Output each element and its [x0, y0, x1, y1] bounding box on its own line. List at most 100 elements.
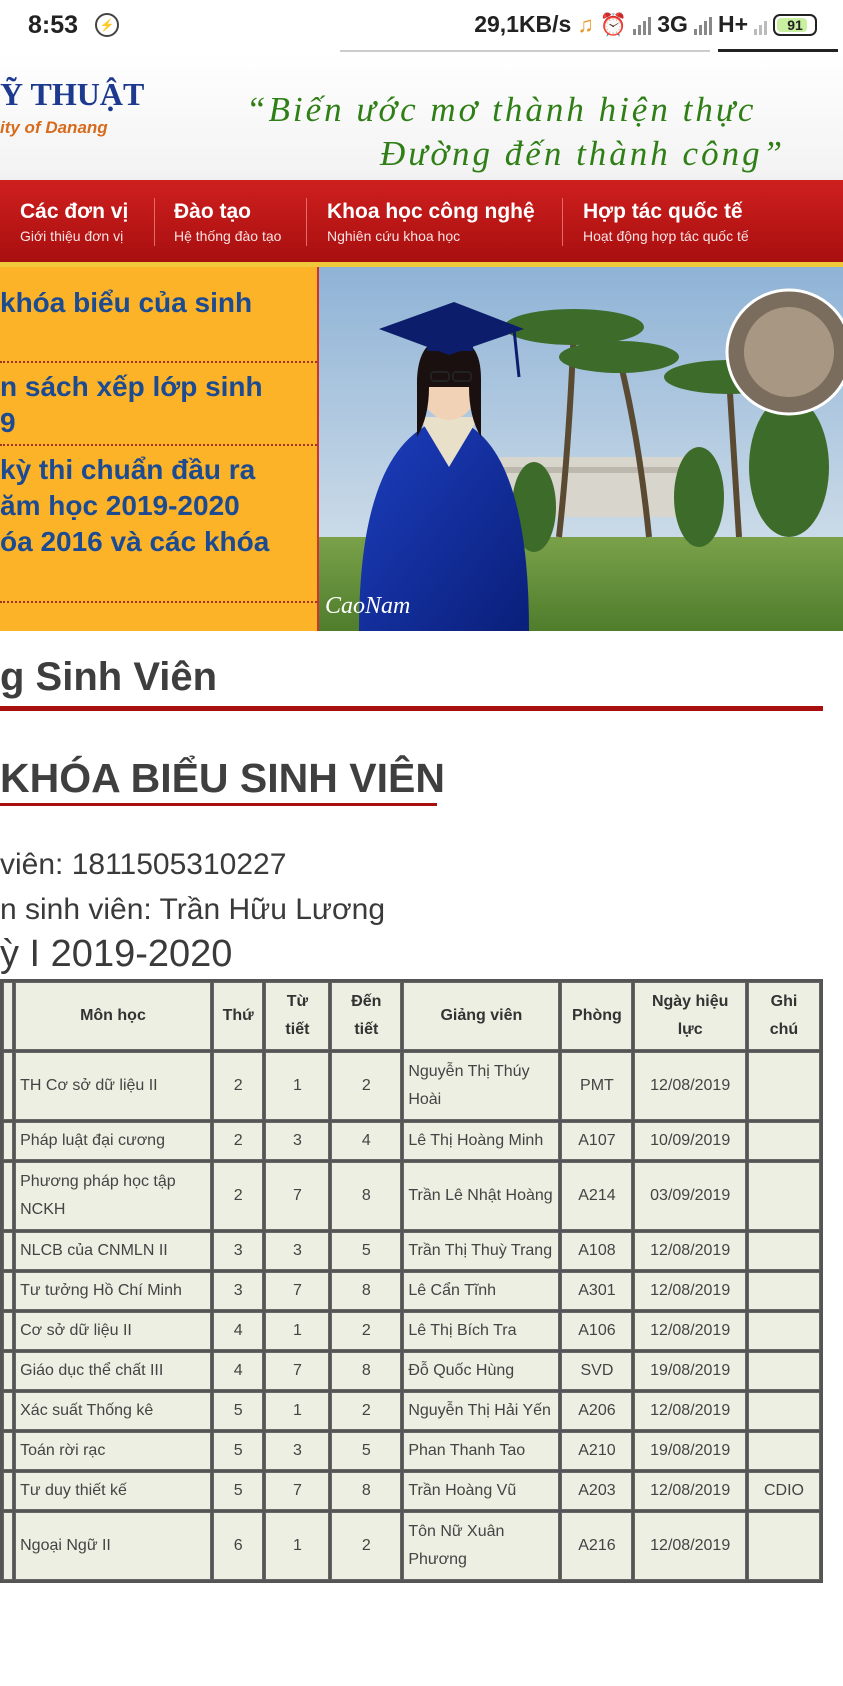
cell-room: A301	[561, 1272, 633, 1310]
cell-note	[747, 1432, 820, 1470]
table-row: Ngoại Ngữ II 6 1 2 Tôn Nữ Xuân Phương A216 12/…	[3, 1512, 820, 1580]
cell-note: CDIO	[747, 1472, 820, 1510]
cell-day: 2	[212, 1162, 264, 1230]
cell-to: 2	[331, 1392, 402, 1430]
nav-separator	[562, 198, 563, 246]
news-divider	[0, 361, 317, 363]
cell-from: 7	[265, 1272, 330, 1310]
cell-lecturer: Lê Thị Hoàng Minh	[403, 1122, 560, 1160]
cell-from: 1	[265, 1312, 330, 1350]
network-type-3g: 3G	[657, 11, 688, 37]
cell-room: A203	[561, 1472, 633, 1510]
cell-index	[3, 1352, 14, 1390]
cell-date: 12/08/2019	[634, 1312, 746, 1350]
cell-room: PMT	[561, 1052, 633, 1120]
cell-lecturer: Nguyễn Thị Hải Yến	[403, 1392, 560, 1430]
col-lecturer-header: Giảng viên	[403, 982, 560, 1050]
schedule-title: KHÓA BIỂU SINH VIÊN	[0, 755, 445, 801]
slogan-line-1: “Biến ước mơ thành hiện thực	[246, 90, 757, 129]
semester: ỳ I 2019-2020	[0, 933, 233, 975]
section-divider	[0, 706, 823, 711]
cell-room: A214	[561, 1162, 633, 1230]
cell-from: 7	[265, 1472, 330, 1510]
col-date-header: Ngày hiệu lực	[634, 982, 746, 1050]
cell-date: 19/08/2019	[634, 1432, 746, 1470]
cell-lecturer: Phan Thanh Tao	[403, 1432, 560, 1470]
network-type-hplus: H+	[717, 11, 748, 37]
cell-to: 8	[331, 1162, 402, 1230]
cell-to: 2	[331, 1512, 402, 1580]
nav-item-subtitle: Giới thiệu đơn vị	[20, 228, 124, 244]
cell-subject: Cơ sở dữ liệu II	[15, 1312, 211, 1350]
cell-to: 5	[331, 1232, 402, 1270]
cell-index	[3, 1392, 14, 1430]
cell-room: A206	[561, 1392, 633, 1430]
cell-index	[3, 1162, 14, 1230]
cell-from: 7	[265, 1352, 330, 1390]
cell-day: 4	[212, 1312, 264, 1350]
cell-lecturer: Trần Hoàng Vũ	[403, 1472, 560, 1510]
col-room-header: Phòng	[561, 982, 633, 1050]
cell-subject: NLCB của CNMLN II	[15, 1232, 211, 1270]
news-line: óa 2016 và các khóa	[0, 526, 270, 557]
cell-note	[747, 1392, 820, 1430]
col-day-header: Thứ	[212, 982, 264, 1050]
cell-room: A108	[561, 1232, 633, 1270]
battery-level: 91	[787, 16, 803, 33]
cell-from: 3	[265, 1432, 330, 1470]
news-divider	[0, 444, 317, 446]
cell-day: 6	[212, 1512, 264, 1580]
cell-lecturer: Lê Thị Bích Tra	[403, 1312, 560, 1350]
col-from-header: Từ tiết	[265, 982, 330, 1050]
photo-watermark: CaoNam	[325, 593, 410, 619]
cell-room: SVD	[561, 1352, 633, 1390]
table-row: Toán rời rạc 5 3 5 Phan Thanh Tao A210 19/08/2…	[3, 1432, 820, 1470]
schedule-title-underline	[0, 803, 437, 806]
cell-note	[747, 1122, 820, 1160]
logo-title[interactable]: Ỹ THUẬT	[0, 76, 144, 113]
cell-room: A216	[561, 1512, 633, 1580]
status-bar: 8:53 ⚡ 29,1KB/s ♫ ⏰ 3G H+ 91	[0, 0, 843, 52]
nav-item-units[interactable]: Các đơn vị Giới thiệu đơn vị	[20, 200, 128, 244]
photo-illustration: CaoNam	[319, 267, 843, 631]
battery-icon: 91	[773, 13, 817, 36]
nav-item-international[interactable]: Hợp tác quốc tế Hoạt động hợp tác quốc t…	[583, 200, 749, 244]
cell-to: 2	[331, 1312, 402, 1350]
nav-separator	[154, 198, 155, 246]
header-line: Từ	[286, 993, 309, 1010]
news-item[interactable]: khóa biểu của sinh	[0, 285, 317, 321]
cell-subject: Xác suất Thống kê	[15, 1392, 211, 1430]
cell-day: 4	[212, 1352, 264, 1390]
cell-date: 19/08/2019	[634, 1352, 746, 1390]
cell-lecturer: Trần Thị Thuỳ Trang	[403, 1232, 560, 1270]
cell-day: 5	[212, 1472, 264, 1510]
cell-to: 8	[331, 1272, 402, 1310]
cell-subject: Giáo dục thể chất III	[15, 1352, 211, 1390]
nav-item-subtitle: Hoạt động hợp tác quốc tế	[583, 228, 749, 244]
cell-index	[3, 1052, 14, 1120]
main-nav: Các đơn vị Giới thiệu đơn vị Đào tạo Hệ …	[0, 180, 843, 262]
cell-subject: Pháp luật đại cương	[15, 1122, 211, 1160]
table-row: TH Cơ sở dữ liệu II 2 1 2 Nguyễn Thị Thúy Ho…	[3, 1052, 820, 1120]
nav-item-science[interactable]: Khoa học công nghệ Nghiên cứu khoa học	[327, 200, 535, 244]
student-id: viên: 1811505310227	[0, 848, 287, 881]
nav-item-title: Hợp tác quốc tế	[583, 200, 743, 223]
col-to-header: Đến tiết	[331, 982, 402, 1050]
cell-note	[747, 1272, 820, 1310]
cell-day: 5	[212, 1392, 264, 1430]
cell-date: 12/08/2019	[634, 1472, 746, 1510]
table-row: Phương pháp học tập NCKH 2 7 8 Trần Lê Nhật …	[3, 1162, 820, 1230]
cell-lecturer: Đỗ Quốc Hùng	[403, 1352, 560, 1390]
news-item[interactable]: kỳ thi chuẩn đầu ra ăm học 2019-2020 óa …	[0, 452, 317, 560]
cell-subject: TH Cơ sở dữ liệu II	[15, 1052, 211, 1120]
cell-date: 12/08/2019	[634, 1232, 746, 1270]
header-line: chú	[769, 1021, 799, 1038]
cell-index	[3, 1122, 14, 1160]
table-row: Pháp luật đại cương 2 3 4 Lê Thị Hoàng Minh A…	[3, 1122, 820, 1160]
nav-item-training[interactable]: Đào tạo Hệ thống đào tạo	[174, 200, 281, 244]
news-item[interactable]: n sách xếp lớp sinh 9	[0, 369, 317, 441]
cell-from: 7	[265, 1162, 330, 1230]
cell-date: 03/09/2019	[634, 1162, 746, 1230]
cell-lecturer: Tôn Nữ Xuân Phương	[403, 1512, 560, 1580]
graduate-photo: CaoNam	[317, 267, 843, 631]
